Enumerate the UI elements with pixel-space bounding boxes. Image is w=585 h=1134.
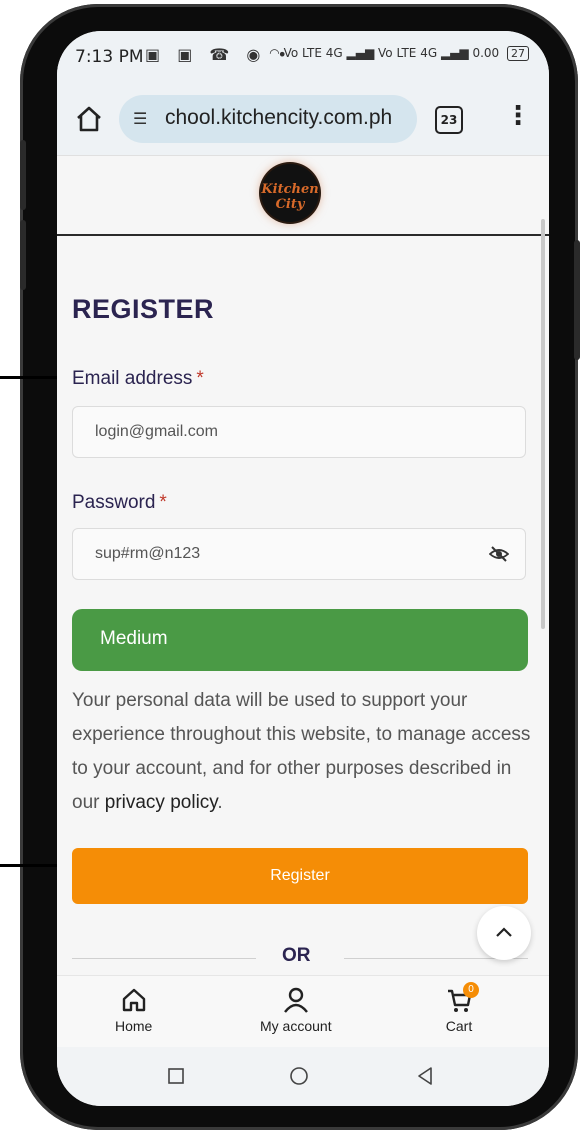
nav-item-home[interactable]: Home bbox=[115, 986, 152, 1034]
site-settings-icon[interactable]: ☰ bbox=[133, 109, 147, 128]
volume-button-down bbox=[20, 220, 26, 290]
status-bar: 7:13 PM ▣ ▣ ☎ ◉ • ◠ Vo LTE 4G ▂▄▆ Vo LTE… bbox=[57, 31, 549, 85]
signal-text: Vo LTE 4G ▂▄▆ Vo LTE 4G ▂▄▆ 0.00 bbox=[283, 46, 500, 60]
url-text: chool.kitchencity.com.ph bbox=[165, 106, 393, 129]
network-indicators: ◠ Vo LTE 4G ▂▄▆ Vo LTE 4G ▂▄▆ 0.00 27 bbox=[269, 46, 529, 61]
nav-label-account: My account bbox=[260, 1018, 332, 1034]
scroll-to-top-button[interactable] bbox=[477, 906, 531, 960]
tab-switcher-button[interactable]: 23 bbox=[435, 106, 463, 134]
browser-toolbar: ☰ chool.kitchencity.com.ph 23 ⋮ bbox=[57, 85, 549, 156]
hide-password-icon[interactable] bbox=[489, 545, 509, 563]
or-text: OR bbox=[282, 945, 311, 966]
recents-icon[interactable] bbox=[167, 1067, 185, 1085]
required-mark: * bbox=[196, 368, 204, 389]
register-button[interactable]: Register bbox=[72, 848, 528, 904]
volume-button bbox=[20, 140, 26, 210]
privacy-policy-link[interactable]: privacy policy bbox=[105, 792, 218, 813]
required-mark: * bbox=[159, 492, 167, 513]
logo-text: Kitchen City bbox=[261, 182, 319, 212]
home-icon[interactable] bbox=[73, 103, 105, 135]
power-button bbox=[574, 240, 580, 360]
email-field[interactable]: login@gmail.com bbox=[72, 406, 526, 458]
chevron-up-icon bbox=[496, 927, 512, 937]
page-title: REGISTER bbox=[72, 294, 215, 324]
nav-item-my-account[interactable]: My account bbox=[260, 986, 332, 1034]
user-icon bbox=[283, 987, 308, 1013]
system-navigation-bar bbox=[57, 1047, 549, 1106]
password-strength-meter: Medium bbox=[72, 609, 528, 671]
pointer-line-email bbox=[0, 376, 60, 379]
password-strength-label: Medium bbox=[100, 628, 168, 649]
bottom-navigation: Home My account 0 Cart bbox=[57, 975, 549, 1048]
pointer-line-register bbox=[0, 864, 60, 867]
cart-count-badge: 0 bbox=[463, 982, 479, 998]
back-icon[interactable] bbox=[415, 1066, 435, 1086]
divider-line-left bbox=[72, 958, 256, 959]
password-label: Password * bbox=[72, 492, 167, 514]
home-icon bbox=[122, 988, 145, 1012]
privacy-notice: Your personal data will be used to suppo… bbox=[72, 684, 534, 820]
privacy-text-end: . bbox=[217, 792, 223, 813]
status-time: 7:13 PM bbox=[75, 47, 144, 67]
nav-label-home: Home bbox=[115, 1018, 153, 1034]
password-label-text: Password bbox=[72, 492, 156, 513]
or-divider: OR bbox=[72, 941, 528, 971]
nav-item-cart[interactable]: 0 Cart bbox=[445, 982, 479, 1034]
nav-label-cart: Cart bbox=[445, 1018, 473, 1034]
site-header: Kitchen City bbox=[57, 156, 549, 236]
battery-icon: 27 bbox=[507, 46, 529, 61]
wifi-icon: ◠ bbox=[269, 46, 280, 60]
home-circle-icon[interactable] bbox=[289, 1066, 309, 1086]
page-scrollbar[interactable] bbox=[541, 219, 545, 629]
email-value: login@gmail.com bbox=[95, 423, 218, 440]
address-bar[interactable]: ☰ chool.kitchencity.com.ph bbox=[119, 95, 417, 143]
email-label: Email address * bbox=[72, 368, 204, 390]
password-field[interactable]: sup#rm@n123 bbox=[72, 528, 526, 580]
email-label-text: Email address bbox=[72, 368, 193, 389]
phone-screen: 7:13 PM ▣ ▣ ☎ ◉ • ◠ Vo LTE 4G ▂▄▆ Vo LTE… bbox=[57, 31, 549, 1106]
kitchen-city-logo[interactable]: Kitchen City bbox=[261, 164, 319, 222]
menu-icon[interactable]: ⋮ bbox=[505, 103, 531, 129]
password-value: sup#rm@n123 bbox=[95, 545, 201, 562]
